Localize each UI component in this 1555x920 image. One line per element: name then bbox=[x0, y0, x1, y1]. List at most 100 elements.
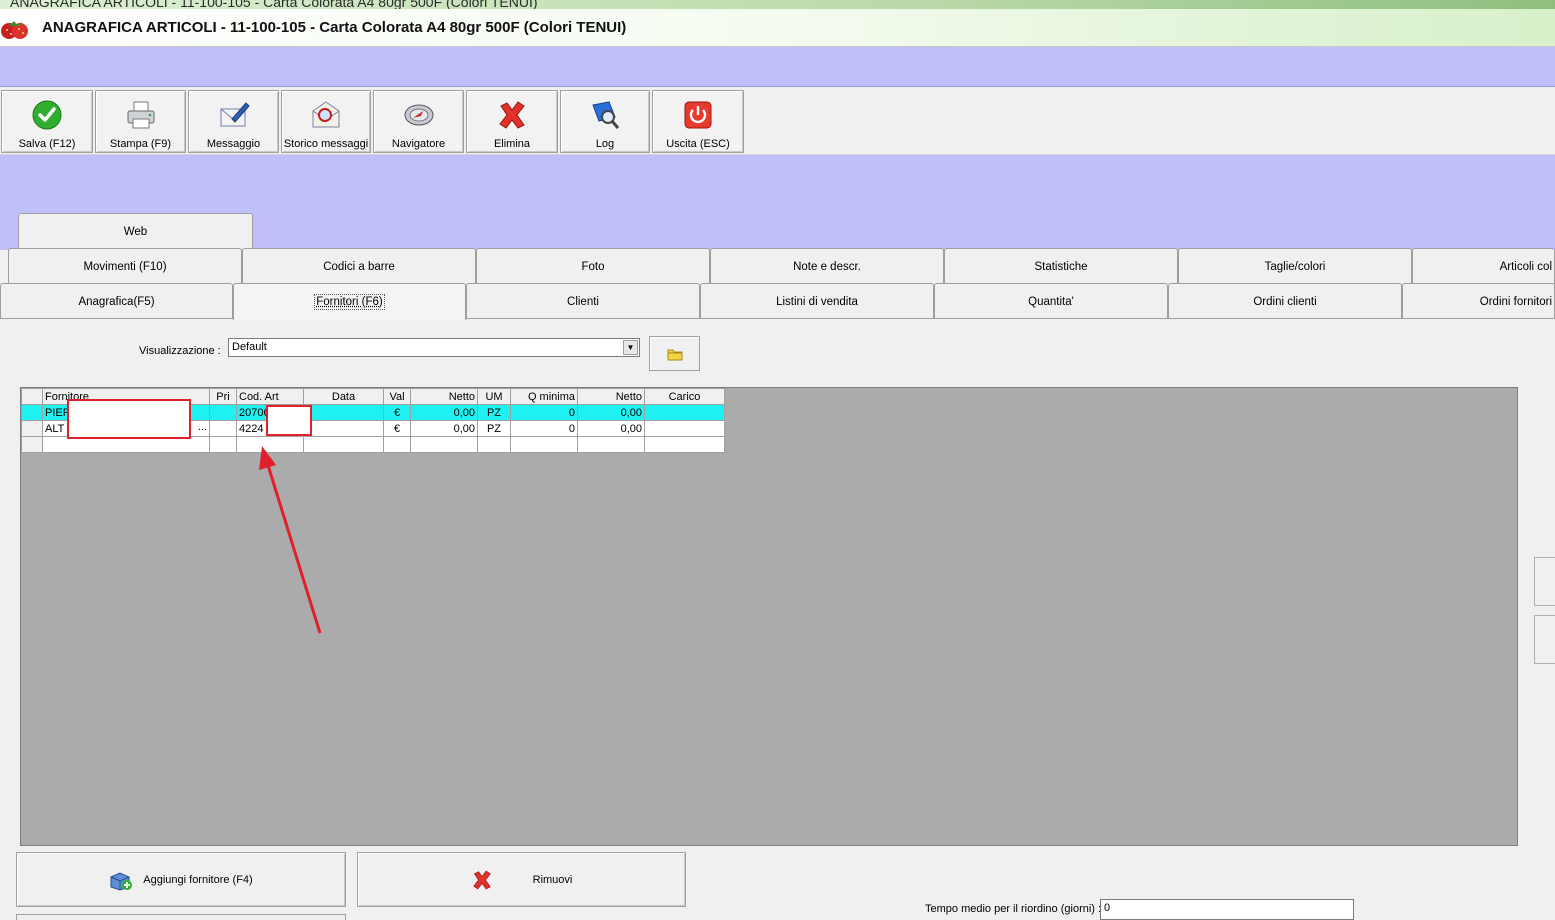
tab-clienti[interactable]: Clienti bbox=[466, 283, 700, 319]
folder-icon bbox=[667, 349, 682, 360]
tab-ordini-fornitori[interactable]: Ordini fornitori bbox=[1402, 283, 1555, 319]
delete-button[interactable]: Elimina bbox=[466, 90, 558, 153]
remove-button[interactable]: Rimuovi bbox=[357, 852, 686, 907]
add-supplier-icon bbox=[110, 871, 133, 891]
log-book-icon bbox=[588, 98, 622, 132]
header-band bbox=[0, 47, 1555, 87]
tab-label: Fornitori (F6) bbox=[314, 294, 385, 310]
cell-netto[interactable]: 0,00 bbox=[410, 404, 478, 421]
empty-cell[interactable] bbox=[410, 436, 478, 453]
message-button-label: Messaggio bbox=[206, 138, 261, 150]
save-button-label: Salva (F12) bbox=[18, 138, 76, 150]
background-window-title: ANAGRAFICA ARTICOLI - 11-100-105 - Carta… bbox=[10, 0, 538, 9]
tab-quantita[interactable]: Quantita' bbox=[934, 283, 1168, 319]
tab-note-descr[interactable]: Note e descr. bbox=[710, 248, 944, 284]
empty-cell[interactable] bbox=[510, 436, 578, 453]
empty-cell[interactable] bbox=[477, 436, 511, 453]
navigator-icon bbox=[402, 98, 436, 132]
tab-label: Anagrafica(F5) bbox=[78, 295, 155, 308]
col-pri[interactable]: Pri bbox=[209, 388, 237, 405]
col-data[interactable]: Data bbox=[303, 388, 384, 405]
cell-pri[interactable] bbox=[209, 404, 237, 421]
tab-anagrafica[interactable]: Anagrafica(F5) bbox=[0, 283, 233, 319]
tab-ordini-clienti[interactable]: Ordini clienti bbox=[1168, 283, 1402, 319]
cell-carico[interactable] bbox=[644, 420, 725, 437]
check-icon bbox=[30, 98, 64, 132]
riordino-input[interactable]: 0 bbox=[1100, 899, 1354, 920]
tab-listini-di-vendita[interactable]: Listini di vendita bbox=[700, 283, 934, 319]
grid-area bbox=[20, 387, 1518, 846]
row-indicator[interactable] bbox=[21, 436, 43, 453]
printer-icon bbox=[124, 98, 158, 132]
col-um[interactable]: UM bbox=[477, 388, 511, 405]
cell-data[interactable] bbox=[303, 404, 384, 421]
tab-statistiche[interactable]: Statistiche bbox=[944, 248, 1178, 284]
tab-codici-a-barre[interactable]: Codici a barre bbox=[242, 248, 476, 284]
tab-fornitori[interactable]: Fornitori (F6) bbox=[233, 283, 466, 320]
exit-button[interactable]: Uscita (ESC) bbox=[652, 90, 744, 153]
tab-web[interactable]: Web bbox=[18, 213, 253, 249]
add-supplier-button[interactable]: Aggiungi fornitore (F4) bbox=[16, 852, 346, 907]
tab-label: Ordini clienti bbox=[1253, 295, 1317, 308]
tab-label: Listini di vendita bbox=[776, 295, 858, 308]
cell-um[interactable]: PZ bbox=[477, 404, 511, 421]
tab-movimenti[interactable]: Movimenti (F10) bbox=[8, 248, 242, 284]
tab-articoli-col[interactable]: Articoli col bbox=[1412, 248, 1555, 284]
col-val[interactable]: Val bbox=[383, 388, 411, 405]
tab-label: Articoli col bbox=[1499, 260, 1552, 273]
cell-fornitore-text: ALT bbox=[45, 422, 65, 435]
cell-q-minima[interactable]: 0 bbox=[510, 420, 578, 437]
empty-cell[interactable] bbox=[383, 436, 411, 453]
tab-label: Codici a barre bbox=[323, 260, 395, 273]
open-folder-button[interactable] bbox=[649, 336, 700, 371]
cell-um[interactable]: PZ bbox=[477, 420, 511, 437]
navigator-button-label: Navigatore bbox=[391, 138, 446, 150]
empty-cell[interactable] bbox=[644, 436, 725, 453]
print-button[interactable]: Stampa (F9) bbox=[95, 90, 186, 153]
empty-cell[interactable] bbox=[209, 436, 237, 453]
tab-label: Foto bbox=[581, 260, 605, 273]
cell-pri[interactable] bbox=[209, 420, 237, 437]
side-scroll-button[interactable] bbox=[1534, 615, 1555, 664]
cell-val[interactable]: € bbox=[383, 420, 411, 437]
print-button-label: Stampa (F9) bbox=[109, 138, 172, 150]
cell-data[interactable] bbox=[303, 420, 384, 437]
chevron-down-icon[interactable]: ▼ bbox=[623, 340, 638, 355]
message-history-button-label: Storico messaggi bbox=[283, 138, 369, 150]
col-cod-art[interactable]: Cod. Art bbox=[236, 388, 304, 405]
tab-taglie-colori[interactable]: Taglie/colori bbox=[1178, 248, 1412, 284]
tab-label: Note e descr. bbox=[793, 260, 861, 273]
tab-foto[interactable]: Foto bbox=[476, 248, 710, 284]
message-button[interactable]: Messaggio bbox=[188, 90, 279, 153]
row-indicator-header bbox=[21, 388, 43, 405]
tab-label: Taglie/colori bbox=[1264, 260, 1326, 273]
cell-netto[interactable]: 0,00 bbox=[410, 420, 478, 437]
visualizzazione-label: Visualizzazione : bbox=[139, 345, 221, 357]
visualizzazione-select[interactable]: Default ▼ bbox=[228, 338, 640, 357]
col-netto[interactable]: Netto bbox=[410, 388, 478, 405]
col-carico[interactable]: Carico bbox=[644, 388, 725, 405]
side-scroll-button[interactable] bbox=[1534, 557, 1555, 606]
col-netto-2[interactable]: Netto bbox=[577, 388, 645, 405]
empty-cell[interactable] bbox=[577, 436, 645, 453]
delete-button-label: Elimina bbox=[493, 138, 531, 150]
row-indicator[interactable] bbox=[21, 420, 43, 437]
background-window-strip: ANAGRAFICA ARTICOLI - 11-100-105 - Carta… bbox=[0, 0, 1555, 9]
cell-netto-2[interactable]: 0,00 bbox=[577, 404, 645, 421]
partial-button[interactable] bbox=[16, 914, 346, 920]
col-q-minima[interactable]: Q minima bbox=[510, 388, 578, 405]
row-indicator[interactable] bbox=[21, 404, 43, 421]
cell-val[interactable]: € bbox=[383, 404, 411, 421]
toolbar: Salva (F12) Stampa (F9) Messaggio Storic… bbox=[0, 87, 1555, 155]
message-history-button[interactable]: Storico messaggi bbox=[281, 90, 371, 153]
cell-carico[interactable] bbox=[644, 404, 725, 421]
power-icon bbox=[681, 98, 715, 132]
tab-web-label: Web bbox=[123, 225, 148, 238]
tab-label: Quantita' bbox=[1028, 295, 1074, 308]
save-button[interactable]: Salva (F12) bbox=[1, 90, 93, 153]
delete-x-icon bbox=[472, 870, 491, 889]
cell-netto-2[interactable]: 0,00 bbox=[577, 420, 645, 437]
log-button[interactable]: Log bbox=[560, 90, 650, 153]
cell-q-minima[interactable]: 0 bbox=[510, 404, 578, 421]
navigator-button[interactable]: Navigatore bbox=[373, 90, 464, 153]
